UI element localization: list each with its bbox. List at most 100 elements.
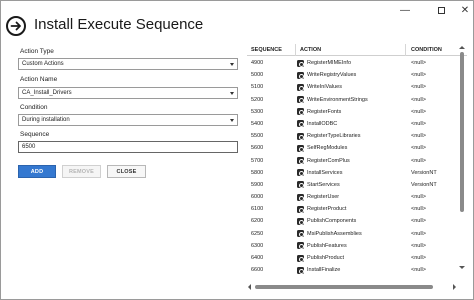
condition-cell: <null>: [411, 96, 426, 103]
standard-action-icon: [297, 132, 304, 140]
standard-action-icon: [297, 242, 304, 250]
table-row[interactable]: 6250 MsiPublishAssemblies <null>: [247, 228, 455, 240]
install-execute-sequence-window: Install Execute Sequence — ✕ Action Type…: [0, 0, 474, 300]
sequence-cell: 5600: [251, 145, 264, 152]
condition-cell: <null>: [411, 84, 426, 91]
action-cell: PublishFeatures: [307, 242, 347, 249]
minimize-icon: —: [400, 4, 410, 16]
standard-action-icon: [297, 181, 304, 189]
standard-action-icon: [297, 83, 304, 91]
table-row[interactable]: 5400 InstallODBC <null>: [247, 118, 455, 130]
action-cell: RegisterTypeLibraries: [307, 133, 361, 140]
action-cell: WriteEnvironmentStrings: [307, 96, 368, 103]
sequence-cell: 5200: [251, 96, 264, 103]
column-header-action[interactable]: ACTION: [300, 47, 321, 53]
column-header-condition[interactable]: CONDITION: [411, 47, 442, 53]
action-cell: WriteRegistryValues: [307, 72, 357, 79]
condition-cell: VersionNT: [411, 181, 437, 188]
scroll-right-icon[interactable]: [453, 284, 456, 290]
action-cell: StartServices: [307, 181, 340, 188]
horizontal-scrollbar[interactable]: [247, 283, 459, 291]
condition-cell: <null>: [411, 206, 426, 213]
scroll-left-icon[interactable]: [248, 284, 251, 290]
window-title: Install Execute Sequence: [34, 16, 204, 33]
horizontal-scroll-thumb[interactable]: [255, 285, 433, 289]
action-name-select[interactable]: CA_Install_Drivers: [18, 87, 238, 99]
table-row[interactable]: 6400 PublishProduct <null>: [247, 252, 455, 264]
action-type-select[interactable]: Custom Actions: [18, 58, 238, 70]
action-cell: InstallFinalize: [307, 267, 341, 274]
sequence-cell: 5400: [251, 120, 264, 127]
column-header-sequence[interactable]: SEQUENCE: [251, 47, 282, 53]
sequence-label: Sequence: [20, 131, 50, 138]
maximize-icon: [437, 6, 445, 14]
close-window-button[interactable]: ✕: [453, 3, 474, 17]
sequence-cell: 4900: [251, 60, 264, 66]
table-row[interactable]: 6300 PublishFeatures <null>: [247, 240, 455, 252]
column-divider[interactable]: [405, 44, 406, 56]
condition-cell: <null>: [411, 72, 426, 79]
minimize-button[interactable]: —: [393, 3, 417, 17]
sequence-cell: 5000: [251, 72, 264, 79]
arrow-right-icon: [10, 21, 21, 31]
column-divider[interactable]: [295, 44, 296, 56]
grid-rows: 4900 RegisterMIMEInfo <null> 5000 WriteRegis…: [247, 57, 455, 276]
back-button[interactable]: [6, 16, 26, 36]
standard-action-icon: [297, 108, 304, 116]
condition-cell: <null>: [411, 230, 426, 237]
action-cell: PublishProduct: [307, 255, 344, 261]
action-cell: RegisterProduct: [307, 206, 347, 213]
table-row[interactable]: 5600 SelfRegModules <null>: [247, 142, 455, 154]
sequence-cell: 5100: [251, 84, 264, 91]
standard-action-icon: [297, 266, 304, 274]
condition-cell: <null>: [411, 194, 426, 201]
title-bar: Install Execute Sequence — ✕: [1, 1, 473, 45]
condition-cell: <null>: [411, 255, 426, 261]
action-cell: MsiPublishAssemblies: [307, 230, 362, 237]
table-row[interactable]: 4900 RegisterMIMEInfo <null>: [247, 57, 455, 69]
table-row[interactable]: 6000 RegisterUser <null>: [247, 191, 455, 203]
table-row[interactable]: 5200 WriteEnvironmentStrings <null>: [247, 94, 455, 106]
sequence-cell: 6100: [251, 206, 264, 213]
sequence-cell: 5300: [251, 108, 264, 115]
add-button[interactable]: ADD: [18, 165, 56, 178]
condition-select[interactable]: During installation: [18, 114, 238, 126]
table-row[interactable]: 6200 PublishComponents <null>: [247, 215, 455, 227]
vertical-scrollbar[interactable]: [457, 44, 467, 284]
sequence-cell: 6300: [251, 242, 264, 249]
maximize-button[interactable]: [429, 3, 453, 17]
close-button[interactable]: CLOSE: [107, 165, 146, 178]
table-row[interactable]: 5300 RegisterFonts <null>: [247, 106, 455, 118]
standard-action-icon: [297, 96, 304, 104]
table-row[interactable]: 6100 RegisterProduct <null>: [247, 203, 455, 215]
sequence-value: 6500: [22, 144, 36, 150]
table-row[interactable]: 5100 WriteIniValues <null>: [247, 81, 455, 93]
table-row[interactable]: 5700 RegisterComPlus <null>: [247, 155, 455, 167]
condition-cell: <null>: [411, 120, 426, 127]
standard-action-icon: [297, 230, 304, 238]
table-row[interactable]: 5800 InstallServices VersionNT: [247, 167, 455, 179]
standard-action-icon: [297, 120, 304, 128]
action-cell: SelfRegModules: [307, 145, 348, 152]
scroll-up-icon[interactable]: [459, 46, 465, 49]
table-row[interactable]: 6600 InstallFinalize <null>: [247, 264, 455, 276]
table-row[interactable]: 5000 WriteRegistryValues <null>: [247, 69, 455, 81]
table-row[interactable]: 5500 RegisterTypeLibraries <null>: [247, 130, 455, 142]
sequence-input[interactable]: 6500: [18, 141, 238, 153]
sequence-cell: 6600: [251, 267, 264, 274]
standard-action-icon: [297, 157, 304, 164]
action-cell: InstallServices: [307, 169, 343, 176]
condition-cell: <null>: [411, 157, 426, 164]
standard-action-icon: [297, 193, 304, 201]
scroll-down-icon[interactable]: [459, 266, 465, 269]
table-row[interactable]: 5900 StartServices VersionNT: [247, 179, 455, 191]
standard-action-icon: [297, 254, 304, 262]
condition-value: During installation: [22, 117, 70, 123]
vertical-scroll-thumb[interactable]: [460, 52, 464, 212]
action-cell: RegisterComPlus: [307, 157, 350, 164]
sequence-grid: SEQUENCE ACTION CONDITION 4900 RegisterMI…: [247, 44, 467, 284]
chevron-down-icon: [230, 63, 234, 66]
standard-action-icon: [297, 169, 304, 177]
remove-button[interactable]: REMOVE: [62, 165, 101, 178]
action-cell: InstallODBC: [307, 120, 338, 127]
